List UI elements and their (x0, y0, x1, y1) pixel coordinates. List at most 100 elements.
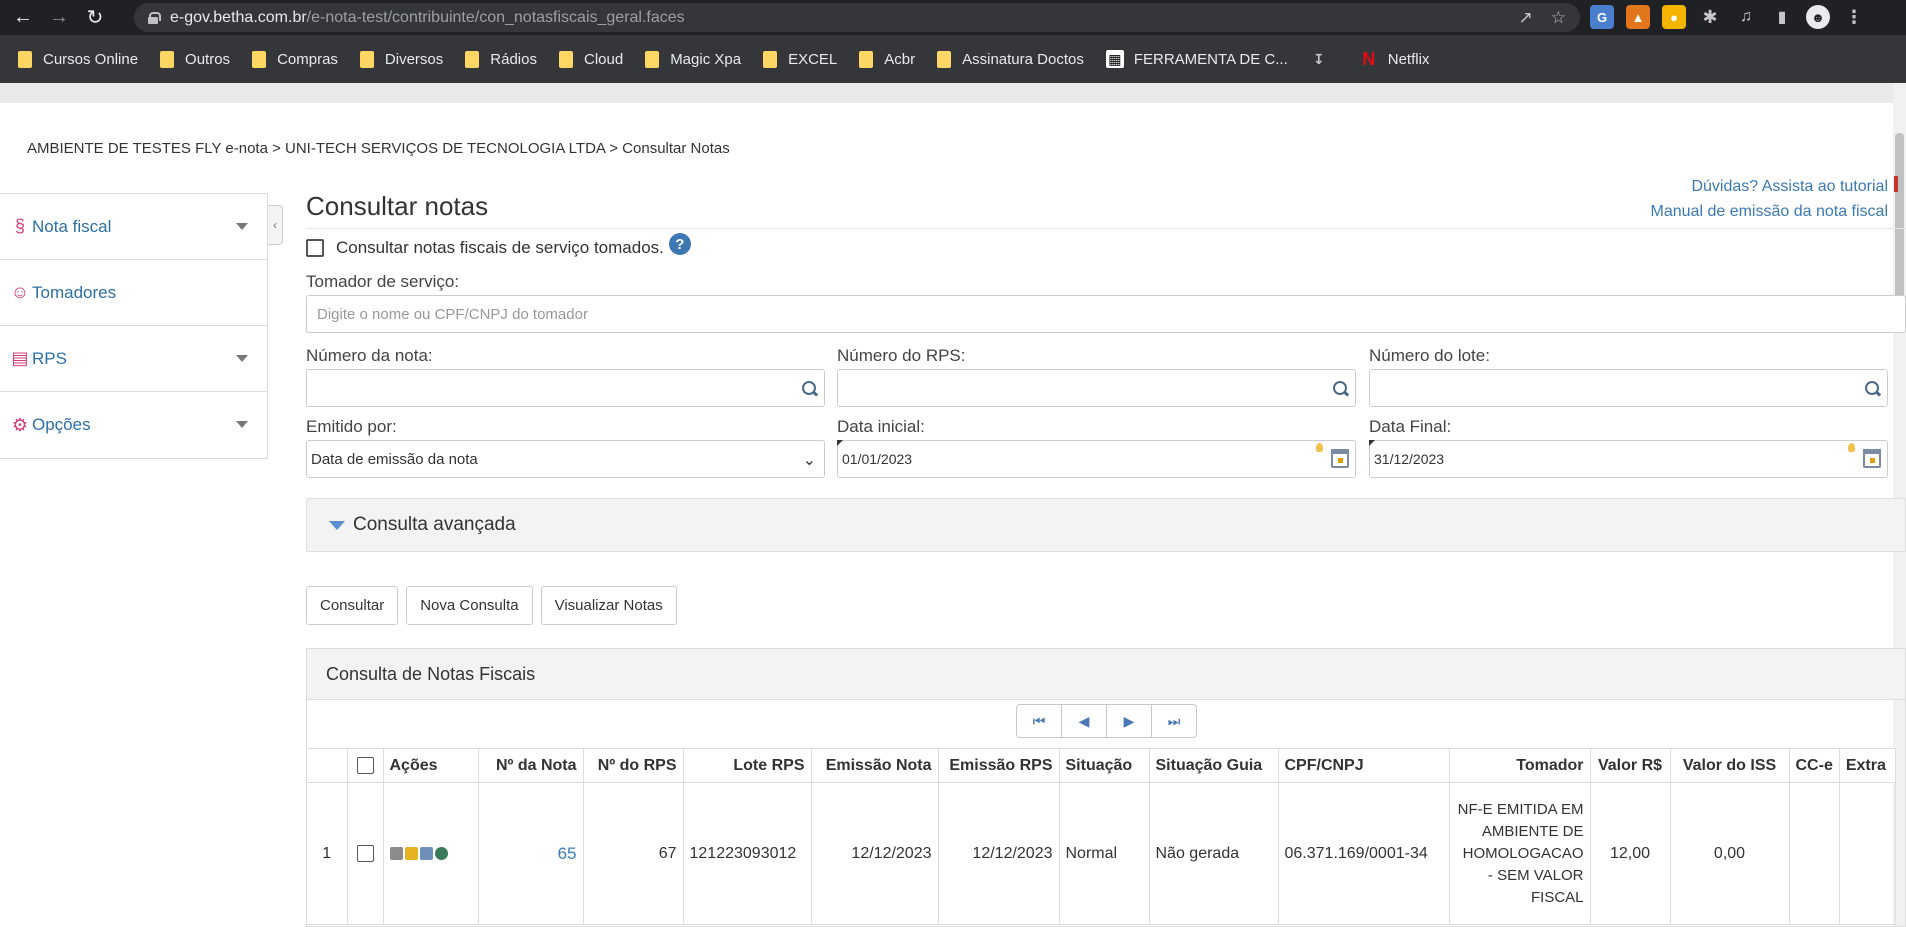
data-inicial-value: 01/01/2023 (842, 451, 913, 467)
netflix-icon: N (1362, 48, 1376, 69)
advanced-search-toggle[interactable]: Consulta avançada (306, 498, 1906, 552)
sidebar-collapse-button[interactable]: ‹ (268, 205, 283, 245)
avatar[interactable]: ☻ (1806, 5, 1830, 29)
table-header-row: Ações Nº da Nota Nº do RPS Lote RPS Emis… (307, 748, 1896, 783)
column-tomador[interactable]: Tomador (1448, 748, 1591, 783)
tomados-checkbox[interactable] (306, 239, 324, 257)
sidebar-item-nota-fiscal[interactable]: § Nota fiscal (0, 194, 267, 260)
search-icon[interactable] (1863, 380, 1881, 398)
column-numero-nota[interactable]: Nº da Nota (477, 748, 584, 783)
bookmark-diversos[interactable]: Diversos (359, 50, 443, 68)
download-icon: ↧ (1312, 50, 1325, 67)
manual-link[interactable]: Manual de emissão da nota fiscal (1325, 199, 1888, 224)
tutorial-link[interactable]: Dúvidas? Assista ao tutorial (1325, 174, 1888, 199)
bookmark-radios[interactable]: Rádios (465, 50, 537, 68)
calendar-icon[interactable] (1863, 449, 1881, 468)
bookmark-ferramenta[interactable]: ▦ FERRAMENTA DE C... (1105, 50, 1288, 68)
title-divider (306, 228, 1906, 229)
data-inicial-input[interactable]: 01/01/2023 (837, 440, 1356, 478)
column-situacao[interactable]: Situação (1058, 748, 1150, 783)
bookmark-cursos-online[interactable]: Cursos Online (18, 50, 138, 68)
media-icon[interactable]: ♫ (1734, 5, 1758, 29)
bookmark-excel[interactable]: EXCEL (763, 50, 837, 68)
bookmark-assinatura-doctos[interactable]: Assinatura Doctos (937, 50, 1084, 68)
reload-icon[interactable]: ↻ (82, 5, 108, 31)
print-icon[interactable] (389, 847, 403, 860)
share-icon[interactable]: ↗ (1519, 8, 1533, 28)
metamask-icon[interactable]: ▲ (1626, 5, 1650, 29)
field-corner-marker (1369, 440, 1375, 446)
cell-cpf-cnpj: 06.371.169/0001-34 (1277, 782, 1450, 925)
column-acoes[interactable]: Ações (382, 748, 479, 783)
extensions-icon[interactable]: ✱ (1698, 5, 1722, 29)
bookmark-outros[interactable]: Outros (160, 50, 230, 68)
help-links: Dúvidas? Assista ao tutorial Manual de e… (1325, 174, 1888, 224)
first-page-icon[interactable]: ⏮ (1016, 704, 1062, 738)
cell-emissao-rps: 12/12/2023 (937, 782, 1060, 925)
search-icon[interactable] (800, 380, 818, 398)
scrollbar-thumb[interactable] (1895, 133, 1904, 319)
translate-icon[interactable]: G (1590, 5, 1614, 29)
keep-icon[interactable]: ● (1662, 5, 1686, 29)
column-valor[interactable]: Valor R$ (1589, 748, 1671, 783)
view-icon[interactable] (434, 847, 448, 860)
numero-lote-input[interactable] (1369, 369, 1888, 407)
folder-icon (763, 50, 778, 68)
help-icon[interactable]: ? (668, 233, 691, 255)
next-page-icon[interactable]: ▶ (1106, 704, 1152, 738)
sidepanel-icon[interactable]: ▮ (1770, 5, 1794, 29)
numero-nota-input[interactable] (306, 369, 825, 407)
tomador-input[interactable]: Digite o nome ou CPF/CNPJ do tomador (306, 295, 1906, 333)
column-numero-rps[interactable]: Nº do RPS (582, 748, 684, 783)
column-situacao-guia[interactable]: Situação Guia (1148, 748, 1279, 783)
data-final-input[interactable]: 31/12/2023 (1369, 440, 1888, 478)
nova-consulta-button[interactable]: Nova Consulta (406, 586, 533, 625)
bookmark-download[interactable]: ↧ (1310, 50, 1338, 68)
column-cce[interactable]: CC-e (1788, 748, 1840, 783)
select-all-checkbox[interactable] (356, 757, 374, 774)
visualizar-notas-button[interactable]: Visualizar Notas (540, 586, 677, 625)
consultar-button[interactable]: Consultar (306, 586, 399, 625)
cell-cce (1788, 782, 1840, 925)
search-icon[interactable] (1331, 380, 1349, 398)
sidebar-item-tomadores[interactable]: ☺ Tomadores (0, 260, 267, 326)
folder-icon (937, 50, 952, 68)
address-bar[interactable]: e-gov.betha.com.br/e-nota-test/contribui… (134, 3, 1580, 32)
column-emissao-rps[interactable]: Emissão RPS (937, 748, 1060, 783)
column-lote-rps[interactable]: Lote RPS (682, 748, 812, 783)
cell-situacao: Normal (1058, 782, 1150, 925)
row-checkbox[interactable] (356, 845, 374, 862)
menu-icon[interactable]: ⋮ (1842, 5, 1866, 29)
previous-page-icon[interactable]: ◀ (1061, 704, 1107, 738)
email-icon[interactable] (404, 847, 418, 860)
bookmark-compras[interactable]: Compras (252, 50, 338, 68)
forward-icon[interactable]: → (46, 5, 72, 31)
table-row[interactable]: 1 65 67 121223093012 12/12/2023 12/12/20… (307, 782, 1896, 925)
folder-icon (558, 50, 573, 68)
sidebar-item-rps[interactable]: ▤ RPS (0, 326, 267, 392)
column-select-all (346, 748, 384, 783)
calendar-icon[interactable] (1331, 449, 1349, 468)
page-title: Consultar notas (306, 191, 489, 221)
nota-link[interactable]: 65 (558, 844, 577, 863)
column-extra[interactable]: Extra (1838, 748, 1896, 783)
document-icon: ▤ (11, 348, 29, 368)
numero-rps-input[interactable] (837, 369, 1356, 407)
page-top-strip (0, 83, 1906, 103)
column-emissao-nota[interactable]: Emissão Nota (810, 748, 939, 783)
tomador-label: Tomador de serviço: (306, 272, 460, 291)
help-marker (1894, 176, 1898, 192)
cell-lote-rps: 121223093012 (682, 782, 812, 925)
column-cpf-cnpj[interactable]: CPF/CNPJ (1277, 748, 1450, 783)
bookmark-magic-xpa[interactable]: Magic Xpa (645, 50, 741, 68)
last-page-icon[interactable]: ⏭ (1151, 704, 1197, 738)
copy-icon[interactable] (419, 847, 433, 860)
column-valor-iss[interactable]: Valor do ISS (1669, 748, 1790, 783)
bookmark-acbr[interactable]: Acbr (859, 50, 915, 68)
star-icon[interactable]: ☆ (1551, 8, 1566, 28)
emitido-por-select[interactable]: Data de emissão da nota ⌄ (306, 440, 825, 478)
sidebar-item-opcoes[interactable]: ⚙ Opções (0, 392, 267, 458)
bookmark-netflix[interactable]: N Netflix (1360, 48, 1429, 69)
bookmark-cloud[interactable]: Cloud (558, 50, 623, 68)
back-icon[interactable]: ← (10, 5, 36, 31)
